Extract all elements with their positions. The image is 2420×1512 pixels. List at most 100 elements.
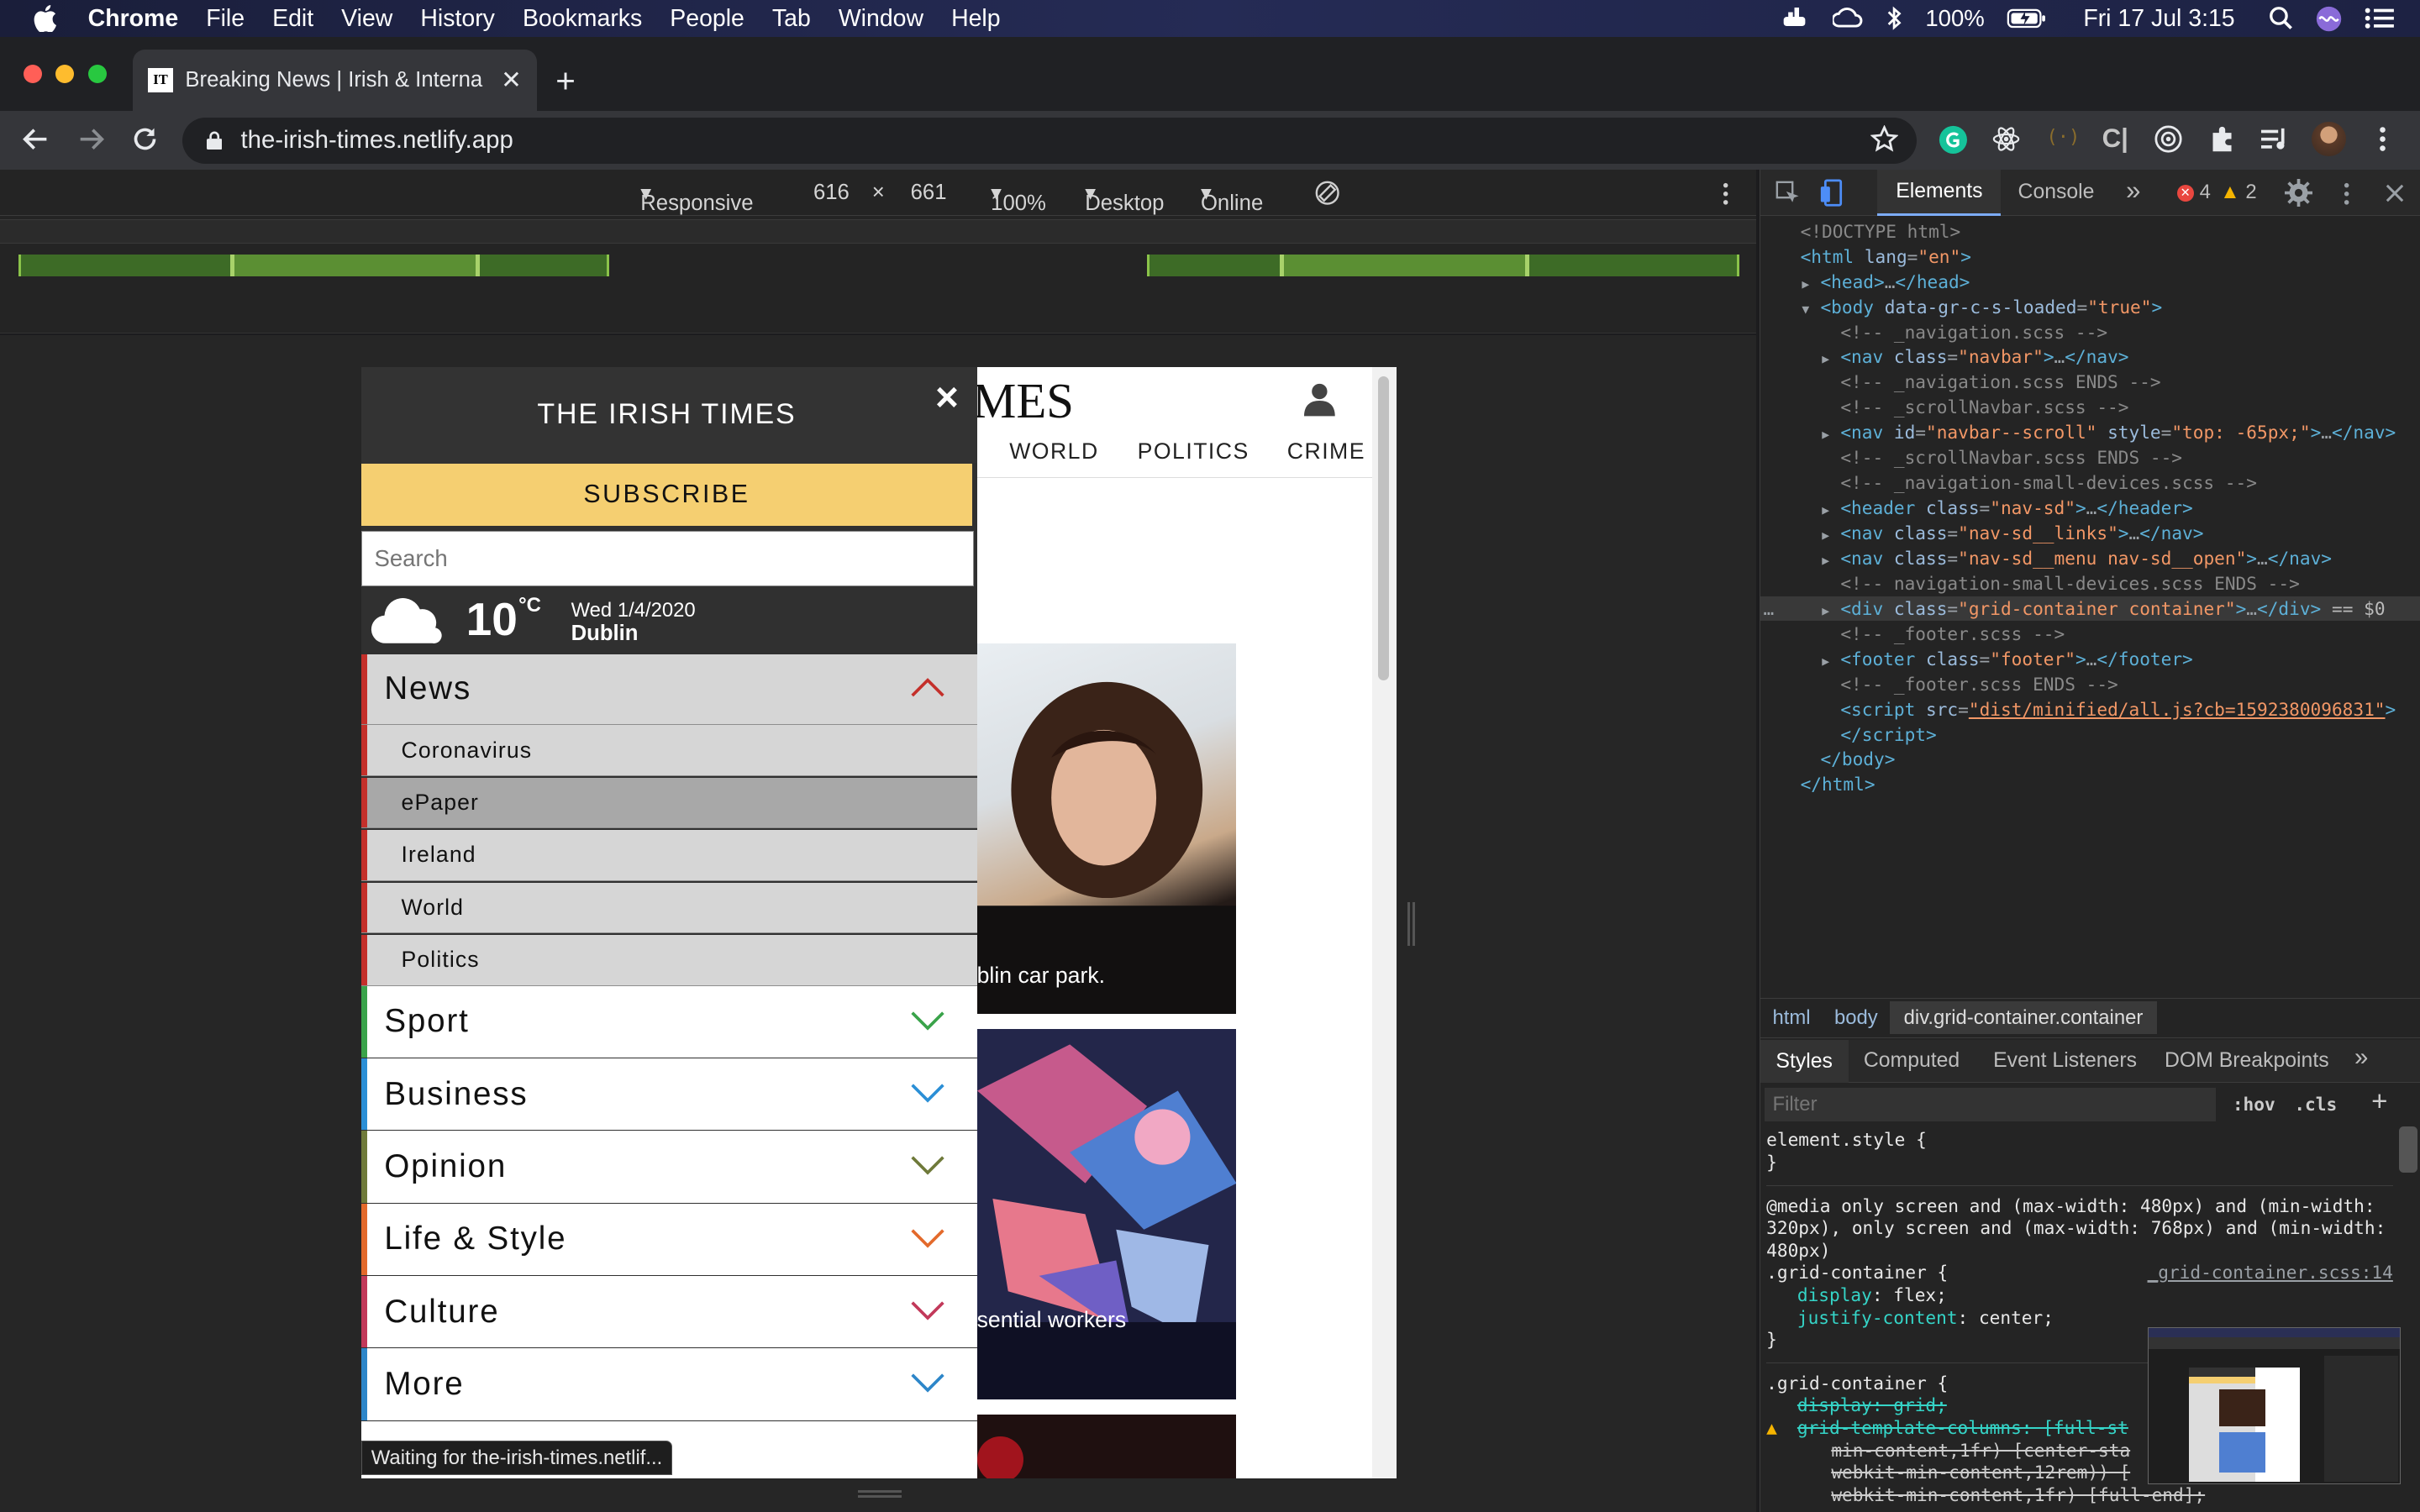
tab-elements[interactable]: Elements [1877,170,2002,217]
styles-filter-input[interactable] [1765,1087,2216,1122]
expand-arrow-icon[interactable]: ▶ [1822,423,1840,447]
dom-node-line[interactable]: </script> [1760,722,2420,747]
device-toolbar-menu-icon[interactable] [1723,182,1728,206]
menu-bookmarks[interactable]: Bookmarks [508,5,655,33]
dom-node-line[interactable]: <!-- _scrollNavbar.scss ENDS --> [1760,445,2420,470]
menu-section-business[interactable]: Business [360,1058,977,1131]
tab-close-icon[interactable]: ✕ [501,66,522,95]
dom-node-line[interactable]: <!-- _navigation-small-devices.scss --> [1760,470,2420,495]
siri-icon[interactable] [2315,5,2343,33]
menu-view[interactable]: View [328,5,407,33]
account-user-icon[interactable] [1304,382,1335,417]
react-devtools-icon[interactable] [1992,125,2020,153]
lock-icon[interactable] [207,131,223,150]
menu-section-news[interactable]: News [360,654,977,726]
grammarly-extension-icon[interactable] [1939,125,1968,155]
menu-history[interactable]: History [407,5,509,33]
media-query-bar-right-inner[interactable] [1279,255,1530,276]
tab-event-listeners[interactable]: Event Listeners [1993,1049,2137,1073]
control-center-icon[interactable] [2365,6,2396,30]
spotlight-search-icon[interactable] [2269,6,2293,30]
styles-more-tabs[interactable]: » [2354,1043,2368,1072]
window-close-button[interactable] [23,65,42,84]
dom-node-line[interactable]: ▶ <footer class="footer">…</footer> [1760,647,2420,671]
menu-tab[interactable]: Tab [758,5,824,33]
breadcrumb-body[interactable]: body [1834,1006,1878,1030]
tab-console[interactable]: Console [2018,181,2095,204]
dom-node-line[interactable]: <!-- _scrollNavbar.scss --> [1760,395,2420,419]
expand-arrow-icon[interactable]: ▶ [1822,523,1840,548]
hov-toggle[interactable]: :hov [2233,1094,2275,1115]
dom-node-line[interactable]: ▶ <nav class="nav-sd__menu nav-sd__open">… [1760,546,2420,570]
dom-node-line[interactable]: </html> [1760,772,2420,796]
device-toggle-icon[interactable] [1819,179,1844,207]
dom-node-line[interactable]: ▶ <nav id="navbar--scroll" style="top: -6… [1760,420,2420,444]
menu-search-input[interactable] [360,530,974,586]
extension-target-icon[interactable] [2154,125,2182,153]
zoom-dropdown[interactable]: 100% ▾ [991,181,1046,215]
menu-section-sport[interactable]: Sport [360,985,977,1058]
expand-arrow-icon[interactable]: ▶ [1822,549,1840,573]
menu-edit[interactable]: Edit [259,5,328,33]
breadcrumb-div[interactable]: div.grid-container.container [1890,1001,2157,1034]
rule-source-link[interactable]: _grid-container.scss:14 [2148,1262,2393,1284]
dom-node-line[interactable]: <!-- _navigation.scss --> [1760,320,2420,344]
menu-section-more[interactable]: More [360,1348,977,1421]
dom-node-line[interactable]: </body> [1760,747,2420,771]
node-actions-ellipsis[interactable]: … [1764,596,1775,621]
news-subitem-ireland[interactable]: Ireland [360,830,977,881]
dom-node-line[interactable]: <!-- _navigation.scss ENDS --> [1760,370,2420,394]
warning-count[interactable]: ▲ 2 [2220,181,2257,204]
address-bar[interactable]: the-irish-times.netlify.app [182,117,1918,164]
expand-arrow-icon[interactable]: ▶ [1802,272,1820,297]
reload-icon[interactable] [131,125,159,153]
bookmark-star-icon[interactable] [1870,124,1899,153]
devtools-menu-icon[interactable] [2344,182,2349,206]
expand-arrow-icon[interactable]: ▶ [1822,498,1840,522]
menu-section-life-style[interactable]: Life & Style [360,1203,977,1276]
dom-node-line[interactable]: ▶ <head>…</head> [1760,270,2420,294]
menu-section-culture[interactable]: Culture [360,1275,977,1349]
news-subitem-world[interactable]: World [360,882,977,934]
viewport-resize-handle-bottom[interactable] [858,1490,902,1499]
tab-styles[interactable]: Styles [1760,1039,1849,1084]
dom-node-line[interactable]: ▼ <body data-gr-c-s-loaded="true"> [1760,295,2420,319]
news-subitem-coronavirus[interactable]: Coronavirus [360,725,977,776]
menu-chrome[interactable]: Chrome [66,5,192,33]
dom-tree[interactable]: <!DOCTYPE html> <html lang="en"> ▶ <head>…<… [1760,219,2420,999]
news-subitem-politics[interactable]: Politics [360,935,977,986]
article-card-3[interactable] [976,1415,1237,1478]
article-1-caption[interactable]: blin car park. [977,963,1105,989]
device-type-dropdown[interactable]: Desktop ▾ [1085,181,1164,215]
inspect-element-icon[interactable] [1776,181,1800,205]
width-input[interactable]: 616 [813,181,850,205]
dom-node-line[interactable]: <script src="dist/minified/all.js?cb=159… [1760,697,2420,722]
expand-arrow-icon[interactable]: ▼ [1802,297,1820,322]
style-property[interactable]: display: flex; [1766,1284,2393,1307]
chevron-down-icon[interactable] [909,1372,946,1394]
dom-node-line[interactable]: ▶ <nav class="nav-sd__links">…</nav> [1760,521,2420,545]
chrome-menu-kebab-icon[interactable] [2378,125,2387,153]
tab-computed[interactable]: Computed [1864,1049,1960,1073]
article-card-1[interactable]: blin car park. [976,643,1237,1014]
tab-dom-breakpoints[interactable]: DOM Breakpoints [2165,1049,2329,1073]
back-arrow-icon[interactable] [22,127,50,151]
media-controls-icon[interactable] [2260,127,2289,151]
new-tab-button[interactable]: + [555,61,576,101]
new-style-rule-button[interactable]: + [2371,1086,2387,1118]
more-tabs-button[interactable]: » [2126,176,2140,206]
extension-code-icon[interactable]: (·) [2046,127,2080,148]
profile-avatar[interactable] [2312,122,2346,156]
dom-node-selected[interactable]: ▶ <div class="grid-container container">…… [1760,596,2420,622]
chevron-down-icon[interactable] [909,1227,946,1249]
site-nav-politics[interactable]: POLITICS [1138,438,1249,465]
forward-arrow-icon[interactable] [77,127,105,151]
error-count[interactable]: ✕ 4 [2176,181,2211,204]
browser-tab-active[interactable]: IT Breaking News | Irish & Interna ✕ [132,49,538,112]
dom-node-line[interactable]: <!-- _footer.scss --> [1760,622,2420,646]
menu-window[interactable]: Window [824,5,937,33]
breadcrumb-html[interactable]: html [1773,1006,1811,1030]
menu-close-icon[interactable]: × [935,375,959,421]
devtools-close-icon[interactable] [2386,184,2404,202]
dom-node-line[interactable]: <!DOCTYPE html> [1760,219,2420,244]
